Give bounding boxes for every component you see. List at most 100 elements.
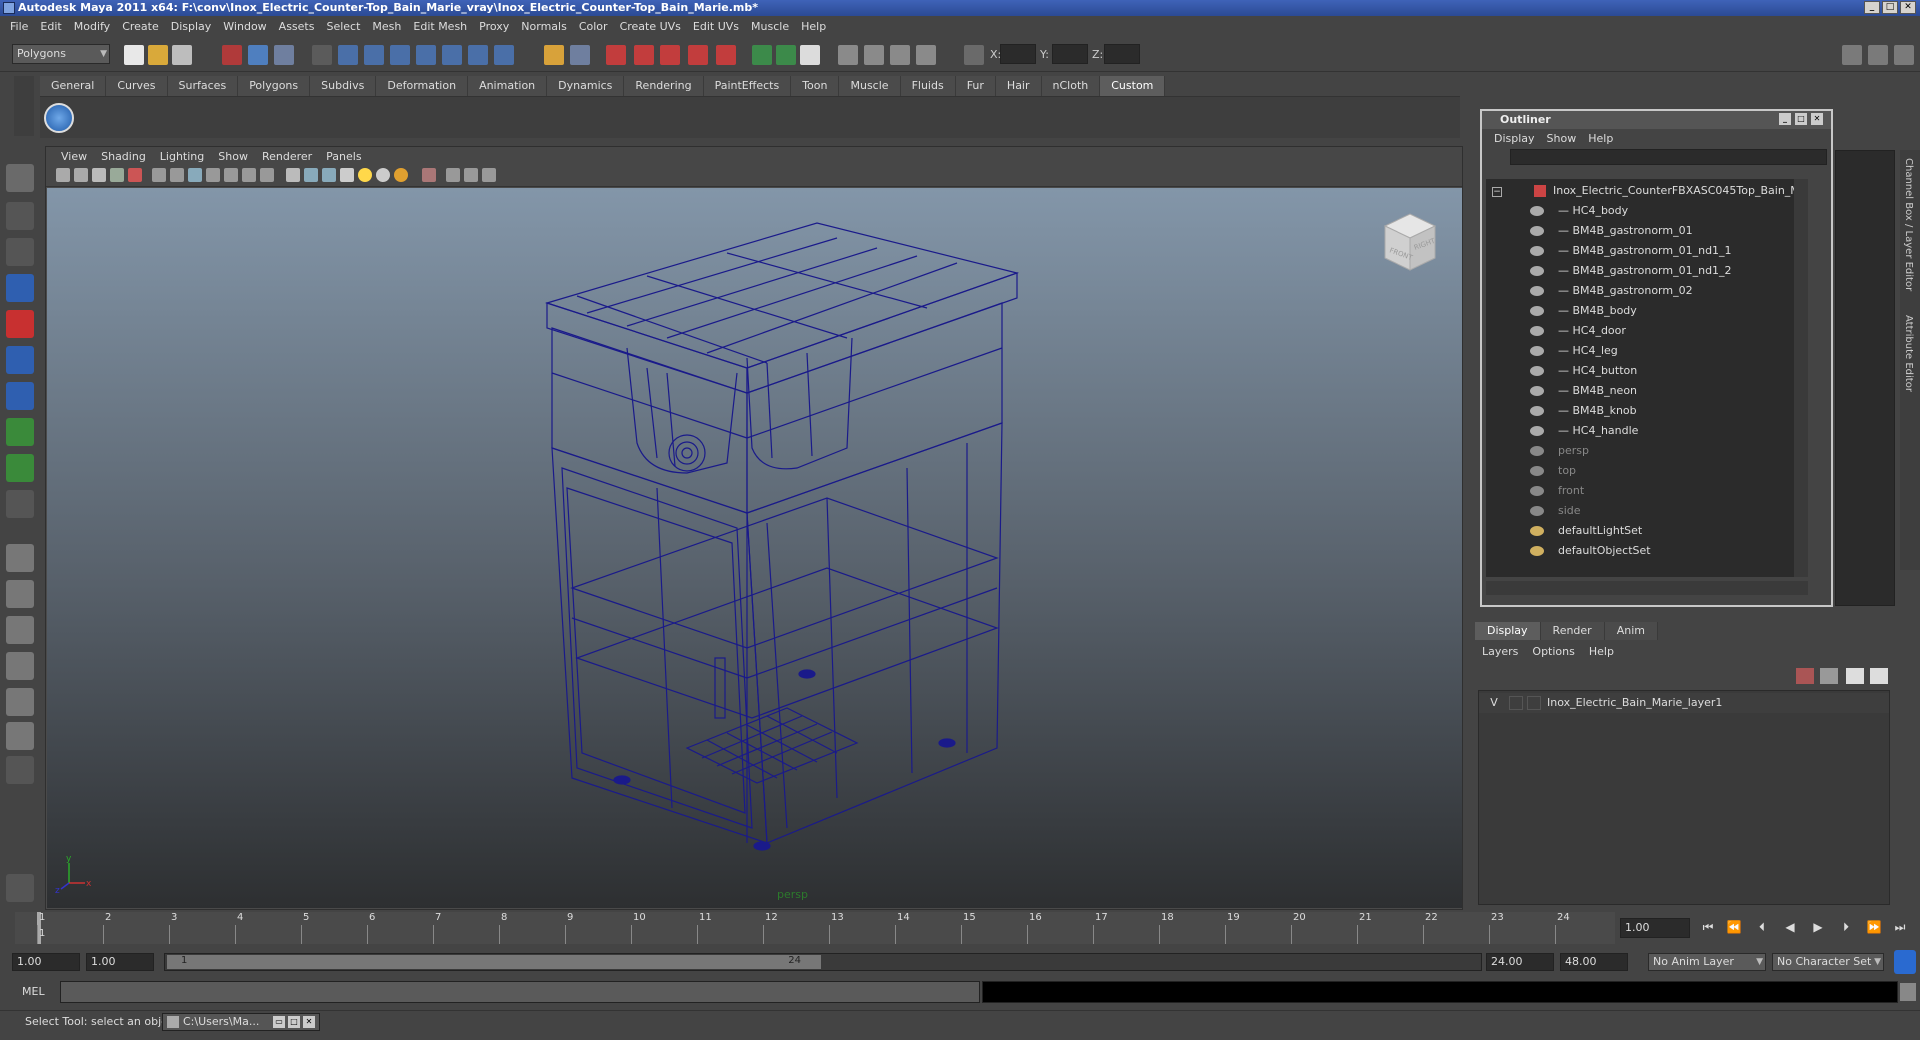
animation-end-field[interactable]: 48.00 <box>1560 953 1628 971</box>
outliner-item[interactable]: — HC4_door <box>1530 321 1626 341</box>
help-question-icon[interactable] <box>494 45 514 65</box>
minimized-window-item[interactable]: C:\Users\Ma... ▭ □ ✕ <box>162 1013 320 1031</box>
outliner-camera-item[interactable]: side <box>1530 501 1581 521</box>
persp-graph-layout-icon[interactable] <box>6 652 34 680</box>
quick-help-icon[interactable] <box>6 874 34 902</box>
time-slider[interactable]: 1 1 2 3 4 5 6 7 8 9 10 11 12 13 14 15 16 17 18 19 20 21 22 23 2… <box>15 912 1615 944</box>
playback-start-field[interactable]: 1.00 <box>86 953 154 971</box>
range-slider-track[interactable]: 1 24 <box>164 953 1482 971</box>
menu-create[interactable]: Create <box>116 20 165 33</box>
menu-window[interactable]: Window <box>217 20 272 33</box>
menu-mesh[interactable]: Mesh <box>366 20 407 33</box>
shelf-tab-animation[interactable]: Animation <box>468 76 548 96</box>
attribute-editor-toggle-icon[interactable] <box>1868 45 1888 65</box>
shelf-tab-rendering[interactable]: Rendering <box>624 76 704 96</box>
menu-proxy[interactable]: Proxy <box>473 20 515 33</box>
script-editor-icon[interactable] <box>1900 983 1916 1001</box>
shelf-tab-hair[interactable]: Hair <box>995 76 1042 96</box>
outliner-filter-field[interactable] <box>1510 149 1827 165</box>
checkmark-shelf-icon[interactable] <box>44 103 74 133</box>
menu-assets[interactable]: Assets <box>273 20 321 33</box>
outliner-item[interactable]: — BM4B_gastronorm_01 <box>1530 221 1693 241</box>
outliner-horizontal-scrollbar[interactable] <box>1486 581 1808 595</box>
smooth-shade-icon[interactable] <box>304 168 318 182</box>
shelf-tab-fluids[interactable]: Fluids <box>900 76 956 96</box>
show-manipulator-icon[interactable] <box>6 454 34 482</box>
menu-edit-uvs[interactable]: Edit UVs <box>687 20 745 33</box>
scale-tool-icon[interactable] <box>6 346 34 374</box>
layer-tab-render[interactable]: Render <box>1540 622 1605 640</box>
four-view-layout-icon[interactable] <box>6 580 34 608</box>
outliner-set-item[interactable]: defaultObjectSet <box>1530 541 1651 561</box>
soft-mod-icon[interactable] <box>6 418 34 446</box>
all-lights-icon[interactable] <box>376 168 390 182</box>
range-slider-handle[interactable]: 1 24 <box>167 955 821 969</box>
layer-color-swatch[interactable] <box>1527 696 1541 710</box>
anim-layer-dropdown[interactable]: No Anim Layer ▼ <box>1648 953 1766 971</box>
outliner-root-row[interactable]: − Inox_Electric_CounterFBXASC045Top_Bain… <box>1492 181 1808 201</box>
viewport-menu-renderer[interactable]: Renderer <box>255 150 319 163</box>
step-forward-key-icon[interactable]: ⏩ <box>1864 920 1884 938</box>
outliner-titlebar[interactable]: Outliner _ □ ✕ <box>1482 111 1831 129</box>
xray-icon[interactable] <box>446 168 460 182</box>
backface-culling-icon[interactable] <box>482 168 496 182</box>
taskbar-restore-button[interactable]: ▭ <box>273 1016 285 1028</box>
sidebar-toggle-icon[interactable] <box>838 45 858 65</box>
outliner-camera-item[interactable]: top <box>1530 461 1576 481</box>
select-by-name-icon[interactable] <box>570 45 590 65</box>
shelf-tab-toon[interactable]: Toon <box>791 76 840 96</box>
field-chart-icon[interactable] <box>224 168 238 182</box>
layer-menu-layers[interactable]: Layers <box>1475 645 1525 658</box>
x-field[interactable] <box>1000 44 1036 64</box>
shelf-tab-polygons[interactable]: Polygons <box>238 76 311 96</box>
panel-icon[interactable] <box>800 45 820 65</box>
viewport-menu-view[interactable]: View <box>54 150 94 163</box>
outliner-minimize-button[interactable]: _ <box>1779 113 1791 125</box>
textured-icon[interactable] <box>340 168 354 182</box>
tool-settings-icon[interactable] <box>890 45 910 65</box>
menu-create-uvs[interactable]: Create UVs <box>614 20 687 33</box>
shelf-tab-curves[interactable]: Curves <box>106 76 168 96</box>
move-layer-up-icon[interactable] <box>1796 668 1814 684</box>
taskbar-maximize-button[interactable]: □ <box>288 1016 300 1028</box>
outliner-item[interactable]: — BM4B_gastronorm_02 <box>1530 281 1693 301</box>
current-frame-field[interactable]: 1.00 <box>1620 918 1690 938</box>
outliner-item[interactable]: — BM4B_knob <box>1530 401 1637 421</box>
single-perspective-layout-icon[interactable] <box>6 544 34 572</box>
channel-box-tab[interactable]: Channel Box / Layer Editor <box>1903 158 1914 291</box>
layer-playback-toggle[interactable] <box>1509 696 1523 710</box>
viewport-menu-show[interactable]: Show <box>211 150 255 163</box>
layer-menu-help[interactable]: Help <box>1582 645 1621 658</box>
transform-mode-icon[interactable] <box>964 45 984 65</box>
shelf-tab-painteffects[interactable]: PaintEffects <box>703 76 792 96</box>
outliner-maximize-button[interactable]: □ <box>1795 113 1807 125</box>
xray-joints-icon[interactable] <box>464 168 478 182</box>
menu-normals[interactable]: Normals <box>515 20 573 33</box>
layout-icon[interactable] <box>1842 45 1862 65</box>
select-hierarchy-icon[interactable] <box>222 45 242 65</box>
grease-pencil-icon[interactable] <box>128 168 142 182</box>
make-live-icon[interactable] <box>416 45 436 65</box>
persp-outliner-layout-icon[interactable] <box>6 616 34 644</box>
channel-toggle-icon[interactable] <box>916 45 936 65</box>
menu-edit-mesh[interactable]: Edit Mesh <box>407 20 473 33</box>
collapse-icon[interactable]: − <box>1492 187 1502 197</box>
rotate-tool-icon[interactable] <box>6 310 34 338</box>
outliner-item[interactable]: — HC4_leg <box>1530 341 1618 361</box>
menu-help[interactable]: Help <box>795 20 832 33</box>
menu-edit[interactable]: Edit <box>34 20 67 33</box>
go-to-end-icon[interactable]: ⏭ <box>1890 920 1910 938</box>
menu-select[interactable]: Select <box>320 20 366 33</box>
auto-key-icon[interactable] <box>1894 950 1916 974</box>
outliner-set-item[interactable]: defaultLightSet <box>1530 521 1642 541</box>
layer-visibility-toggle[interactable]: V <box>1487 693 1501 713</box>
manipulator-tool-icon[interactable] <box>6 382 34 410</box>
shelf-tab-ncloth[interactable]: nCloth <box>1041 76 1101 96</box>
snap-grid-icon[interactable] <box>312 45 332 65</box>
layer-menu-options[interactable]: Options <box>1525 645 1581 658</box>
outliner-item[interactable]: — BM4B_gastronorm_01_nd1_1 <box>1530 241 1732 261</box>
render-current-icon[interactable] <box>606 45 626 65</box>
viewport-menu-shading[interactable]: Shading <box>94 150 153 163</box>
save-scene-icon[interactable] <box>172 45 192 65</box>
taskbar-close-button[interactable]: ✕ <box>303 1016 315 1028</box>
